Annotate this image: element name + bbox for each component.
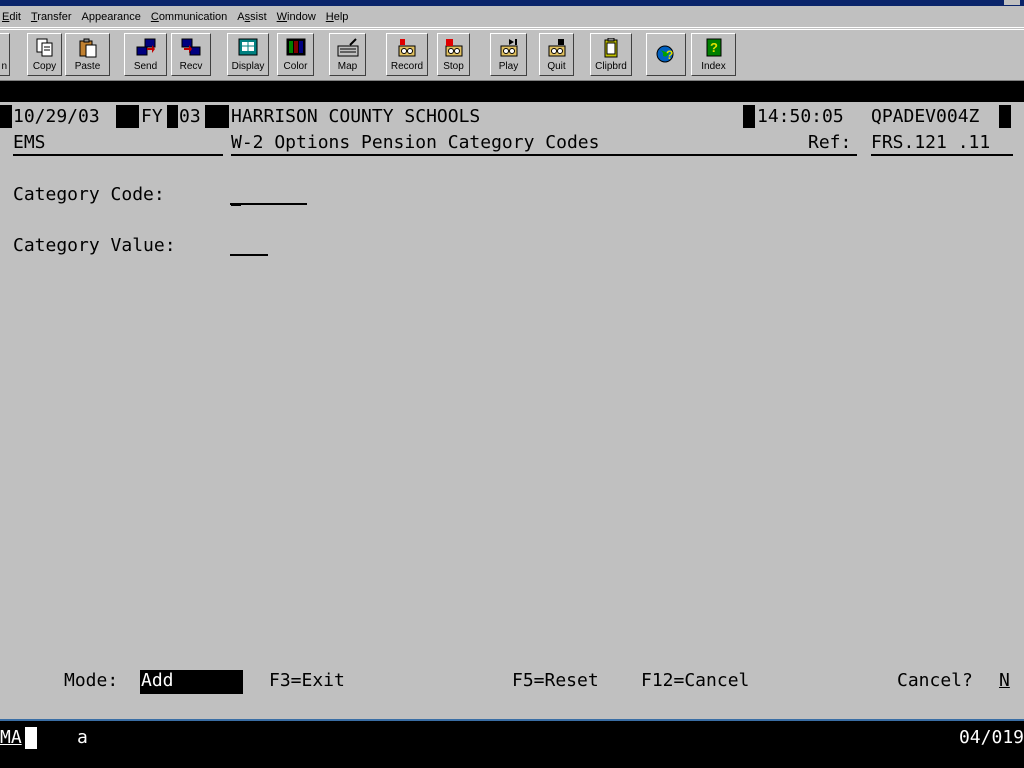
help-globe-button[interactable]: ? bbox=[646, 33, 686, 76]
window-title-bar bbox=[0, 0, 1024, 6]
header-date: 10/29/03 bbox=[13, 106, 100, 127]
header-time: 14:50:05 bbox=[757, 106, 844, 127]
toolbar-button-partial[interactable]: n bbox=[0, 33, 10, 76]
attribute-block bbox=[167, 105, 178, 128]
attribute-block bbox=[999, 105, 1011, 128]
recv-button[interactable]: Recv bbox=[171, 33, 211, 76]
header-fy-value: 03 bbox=[179, 106, 201, 127]
svg-text:?: ? bbox=[666, 48, 673, 62]
ref-label: Ref: bbox=[808, 132, 852, 153]
menu-bar: Edit Transfer Appearance Communication A… bbox=[0, 7, 1024, 28]
screen-title: W-2 Options Pension Category Codes bbox=[231, 131, 857, 156]
menu-assist[interactable]: Assist bbox=[237, 11, 266, 23]
color-button[interactable]: Color bbox=[277, 33, 314, 76]
send-icon bbox=[136, 38, 155, 56]
map-button[interactable]: Map bbox=[329, 33, 366, 76]
mode-value: Add bbox=[140, 670, 243, 694]
terminal-screen[interactable]: 10/29/03 FY 03 HARRISON COUNTY SCHOOLS 1… bbox=[0, 81, 1024, 719]
attribute-block bbox=[743, 105, 755, 128]
stop-icon bbox=[445, 39, 462, 57]
ref-value: FRS.121 .11 bbox=[871, 131, 1013, 156]
svg-text:?: ? bbox=[710, 40, 718, 55]
copy-icon bbox=[36, 38, 52, 57]
status-left: MA bbox=[0, 727, 22, 748]
toolbar-button-label: n bbox=[1, 61, 7, 72]
record-label: Record bbox=[390, 61, 424, 72]
quit-icon bbox=[548, 39, 565, 57]
keyboard-map-icon bbox=[337, 38, 358, 57]
paste-icon bbox=[79, 38, 96, 58]
header-organization: HARRISON COUNTY SCHOOLS bbox=[231, 106, 481, 127]
header-fy-label: FY bbox=[141, 106, 163, 127]
attribute-block bbox=[205, 105, 229, 128]
copy-button[interactable]: Copy bbox=[27, 33, 62, 76]
menu-transfer[interactable]: Transfer bbox=[31, 11, 72, 23]
index-label: Index bbox=[701, 61, 726, 72]
menu-help[interactable]: Help bbox=[326, 11, 349, 23]
paste-label: Paste bbox=[74, 61, 101, 72]
status-cursor-block bbox=[25, 727, 37, 749]
header-system: EMS bbox=[13, 131, 223, 156]
stop-button[interactable]: Stop bbox=[437, 33, 470, 76]
send-button[interactable]: Send bbox=[124, 33, 167, 76]
f3-exit-key[interactable]: F3=Exit bbox=[269, 670, 345, 692]
quit-label: Quit bbox=[547, 61, 566, 72]
category-value-label: Category Value: bbox=[13, 235, 176, 256]
record-icon bbox=[398, 39, 416, 57]
status-bar: MA a 04/019 bbox=[0, 719, 1024, 768]
category-value-input[interactable] bbox=[230, 234, 268, 256]
clipboard-label: Clipbrd bbox=[595, 61, 627, 72]
display-label: Display bbox=[231, 61, 265, 72]
toolbar: n Copy Paste Send Recv Display Color Map… bbox=[0, 29, 1024, 81]
globe-help-icon: ? bbox=[656, 45, 674, 63]
terminal-top-band bbox=[0, 81, 1024, 102]
menu-appearance[interactable]: Appearance bbox=[82, 11, 141, 23]
color-icon bbox=[286, 38, 305, 56]
window-control[interactable] bbox=[1004, 0, 1020, 5]
mode-label: Mode: bbox=[64, 670, 119, 691]
play-label: Play bbox=[498, 61, 519, 72]
display-button[interactable]: Display bbox=[227, 33, 269, 76]
clipboard-icon bbox=[604, 38, 618, 58]
clipboard-button[interactable]: Clipbrd bbox=[590, 33, 632, 76]
quit-button[interactable]: Quit bbox=[539, 33, 574, 76]
category-code-input[interactable] bbox=[230, 183, 307, 205]
color-label: Color bbox=[283, 61, 308, 72]
play-icon bbox=[500, 39, 517, 57]
stop-label: Stop bbox=[443, 61, 464, 72]
menu-window[interactable]: Window bbox=[277, 11, 316, 23]
menu-edit[interactable]: Edit bbox=[2, 11, 21, 23]
cancel-prompt-value[interactable]: N bbox=[999, 670, 1010, 692]
category-code-label: Category Code: bbox=[13, 184, 165, 205]
attribute-block bbox=[0, 105, 12, 128]
f5-reset-key[interactable]: F5=Reset bbox=[512, 670, 599, 692]
menu-communication[interactable]: Communication bbox=[151, 11, 227, 23]
cancel-prompt-label: Cancel? bbox=[897, 670, 973, 691]
text-cursor bbox=[231, 204, 241, 206]
status-indicator: a bbox=[77, 727, 88, 748]
recv-label: Recv bbox=[179, 61, 203, 72]
index-button[interactable]: ? Index bbox=[691, 33, 736, 76]
paste-button[interactable]: Paste bbox=[65, 33, 110, 76]
attribute-block bbox=[116, 105, 139, 128]
cursor-position: 04/019 bbox=[958, 727, 1024, 748]
index-help-icon: ? bbox=[706, 38, 721, 57]
copy-label: Copy bbox=[32, 61, 57, 72]
header-screen-id: QPADEV004Z bbox=[871, 106, 980, 127]
map-label: Map bbox=[337, 61, 358, 72]
f12-cancel-key[interactable]: F12=Cancel bbox=[641, 670, 749, 692]
play-button[interactable]: Play bbox=[490, 33, 527, 76]
record-button[interactable]: Record bbox=[386, 33, 428, 76]
receive-icon bbox=[181, 38, 201, 56]
display-icon bbox=[238, 38, 258, 56]
send-label: Send bbox=[133, 61, 158, 72]
